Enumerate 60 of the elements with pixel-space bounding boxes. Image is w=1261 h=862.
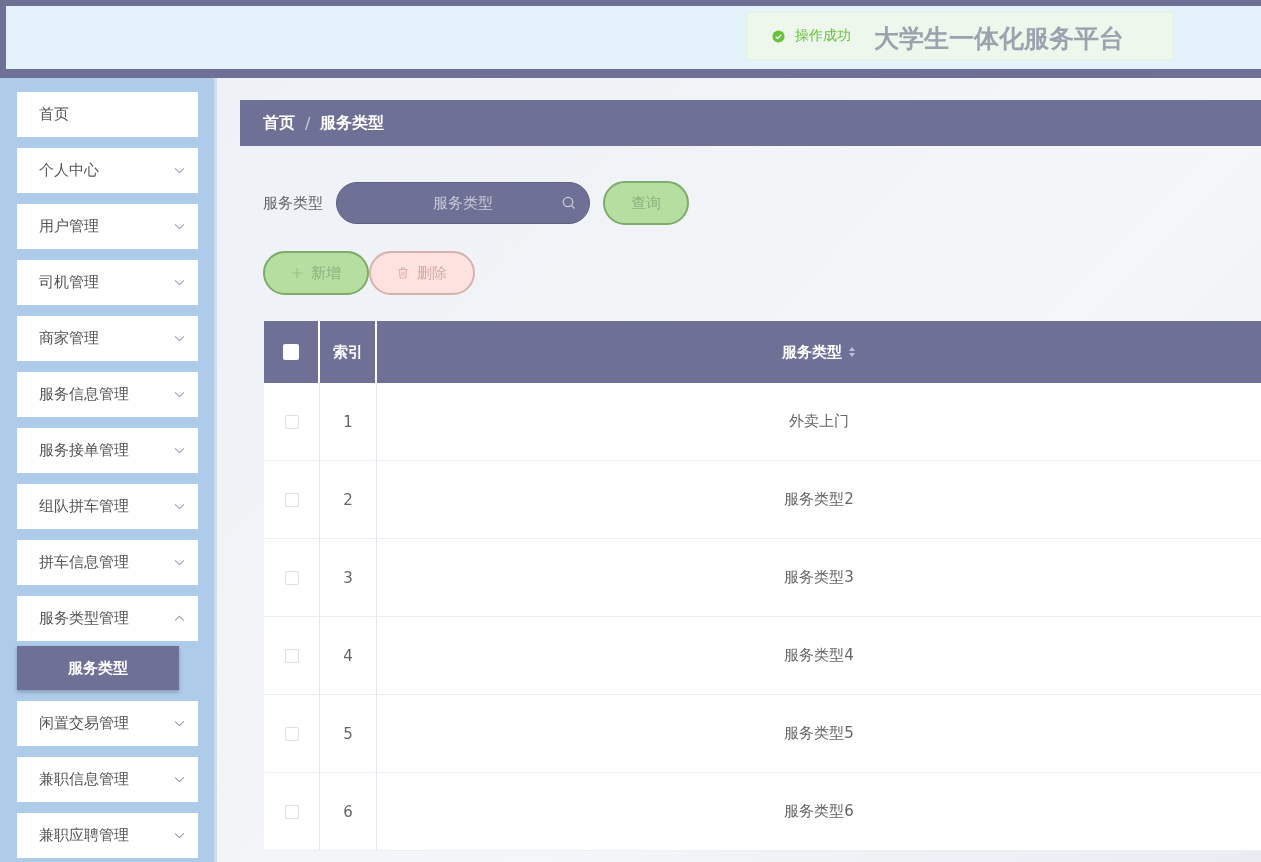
menu-item[interactable]: 兼职应聘管理 [17,813,198,858]
chevron-icon [174,279,185,286]
menu-item[interactable]: 兼职信息管理 [17,757,198,802]
row-checkbox[interactable] [284,648,299,663]
chevron-icon [174,391,185,398]
chevron-icon [174,559,185,566]
chevron-icon [174,503,185,510]
menu-item[interactable]: 服务类型管理 [17,596,198,641]
search-field[interactable]: 服务类型 [336,182,590,224]
column-header[interactable]: 服务类型 [377,321,1261,383]
table-cell: 6 [320,773,377,850]
menu-item[interactable]: 个人中心 [17,148,198,193]
column-title: 服务类型 [782,342,842,362]
select-all-checkbox[interactable] [283,344,299,360]
table-cell: 5 [320,695,377,772]
menu-item[interactable]: 司机管理 [17,260,198,305]
breadcrumb-item[interactable]: 服务类型 [320,112,385,134]
chevron-icon [174,776,185,783]
menu-item[interactable]: 首页 [17,92,198,137]
row-checkbox[interactable] [284,804,299,819]
chevron-icon [174,832,185,839]
chevron-icon [174,167,185,174]
table-cell-text: 外卖上门 [788,411,850,432]
menu-item[interactable]: 用户管理 [17,204,198,249]
menu-item[interactable]: 服务接单管理 [17,428,198,473]
breadcrumb-separator: / [305,113,311,133]
submenu-item[interactable]: 服务类型 [17,646,179,690]
sort-icon[interactable] [848,346,856,358]
table-cell-text: 服务类型4 [783,645,855,666]
table-cell: 3 [320,539,377,616]
menu-item[interactable]: 闲置交易管理 [17,701,198,746]
row-checkbox[interactable] [284,492,299,507]
search-label: 服务类型 [263,193,323,213]
table-cell-text: 服务类型2 [783,489,855,510]
menu-item[interactable]: 拼车信息管理 [17,540,198,585]
table-cell-text: 服务类型3 [783,567,855,588]
chevron-icon [174,720,185,727]
app-title: 大学生一体化服务平台 [874,23,1124,55]
row-checkbox[interactable] [284,726,299,741]
menu-item[interactable]: 商家管理 [17,316,198,361]
menu-item[interactable]: 服务信息管理 [17,372,198,417]
table-cell: 4 [320,617,377,694]
breadcrumb-item[interactable]: 首页 [263,112,295,134]
search-icon [562,196,576,210]
chevron-icon [174,223,185,230]
table-cell: 2 [320,461,377,538]
toast-text: 操作成功 [795,27,851,45]
column-header: 索引 [320,321,377,383]
plus-icon [291,267,303,279]
chevron-icon [174,615,185,622]
row-checkbox[interactable] [284,414,299,429]
chevron-icon [174,447,185,454]
table-cell-text: 服务类型6 [783,801,855,822]
table-cell: 1 [320,383,377,460]
chevron-icon [174,335,185,342]
trash-icon [397,267,409,279]
menu-item[interactable]: 组队拼车管理 [17,484,198,529]
check-circle-icon [772,29,785,43]
table-cell-text: 服务类型5 [783,723,855,744]
row-checkbox[interactable] [284,570,299,585]
